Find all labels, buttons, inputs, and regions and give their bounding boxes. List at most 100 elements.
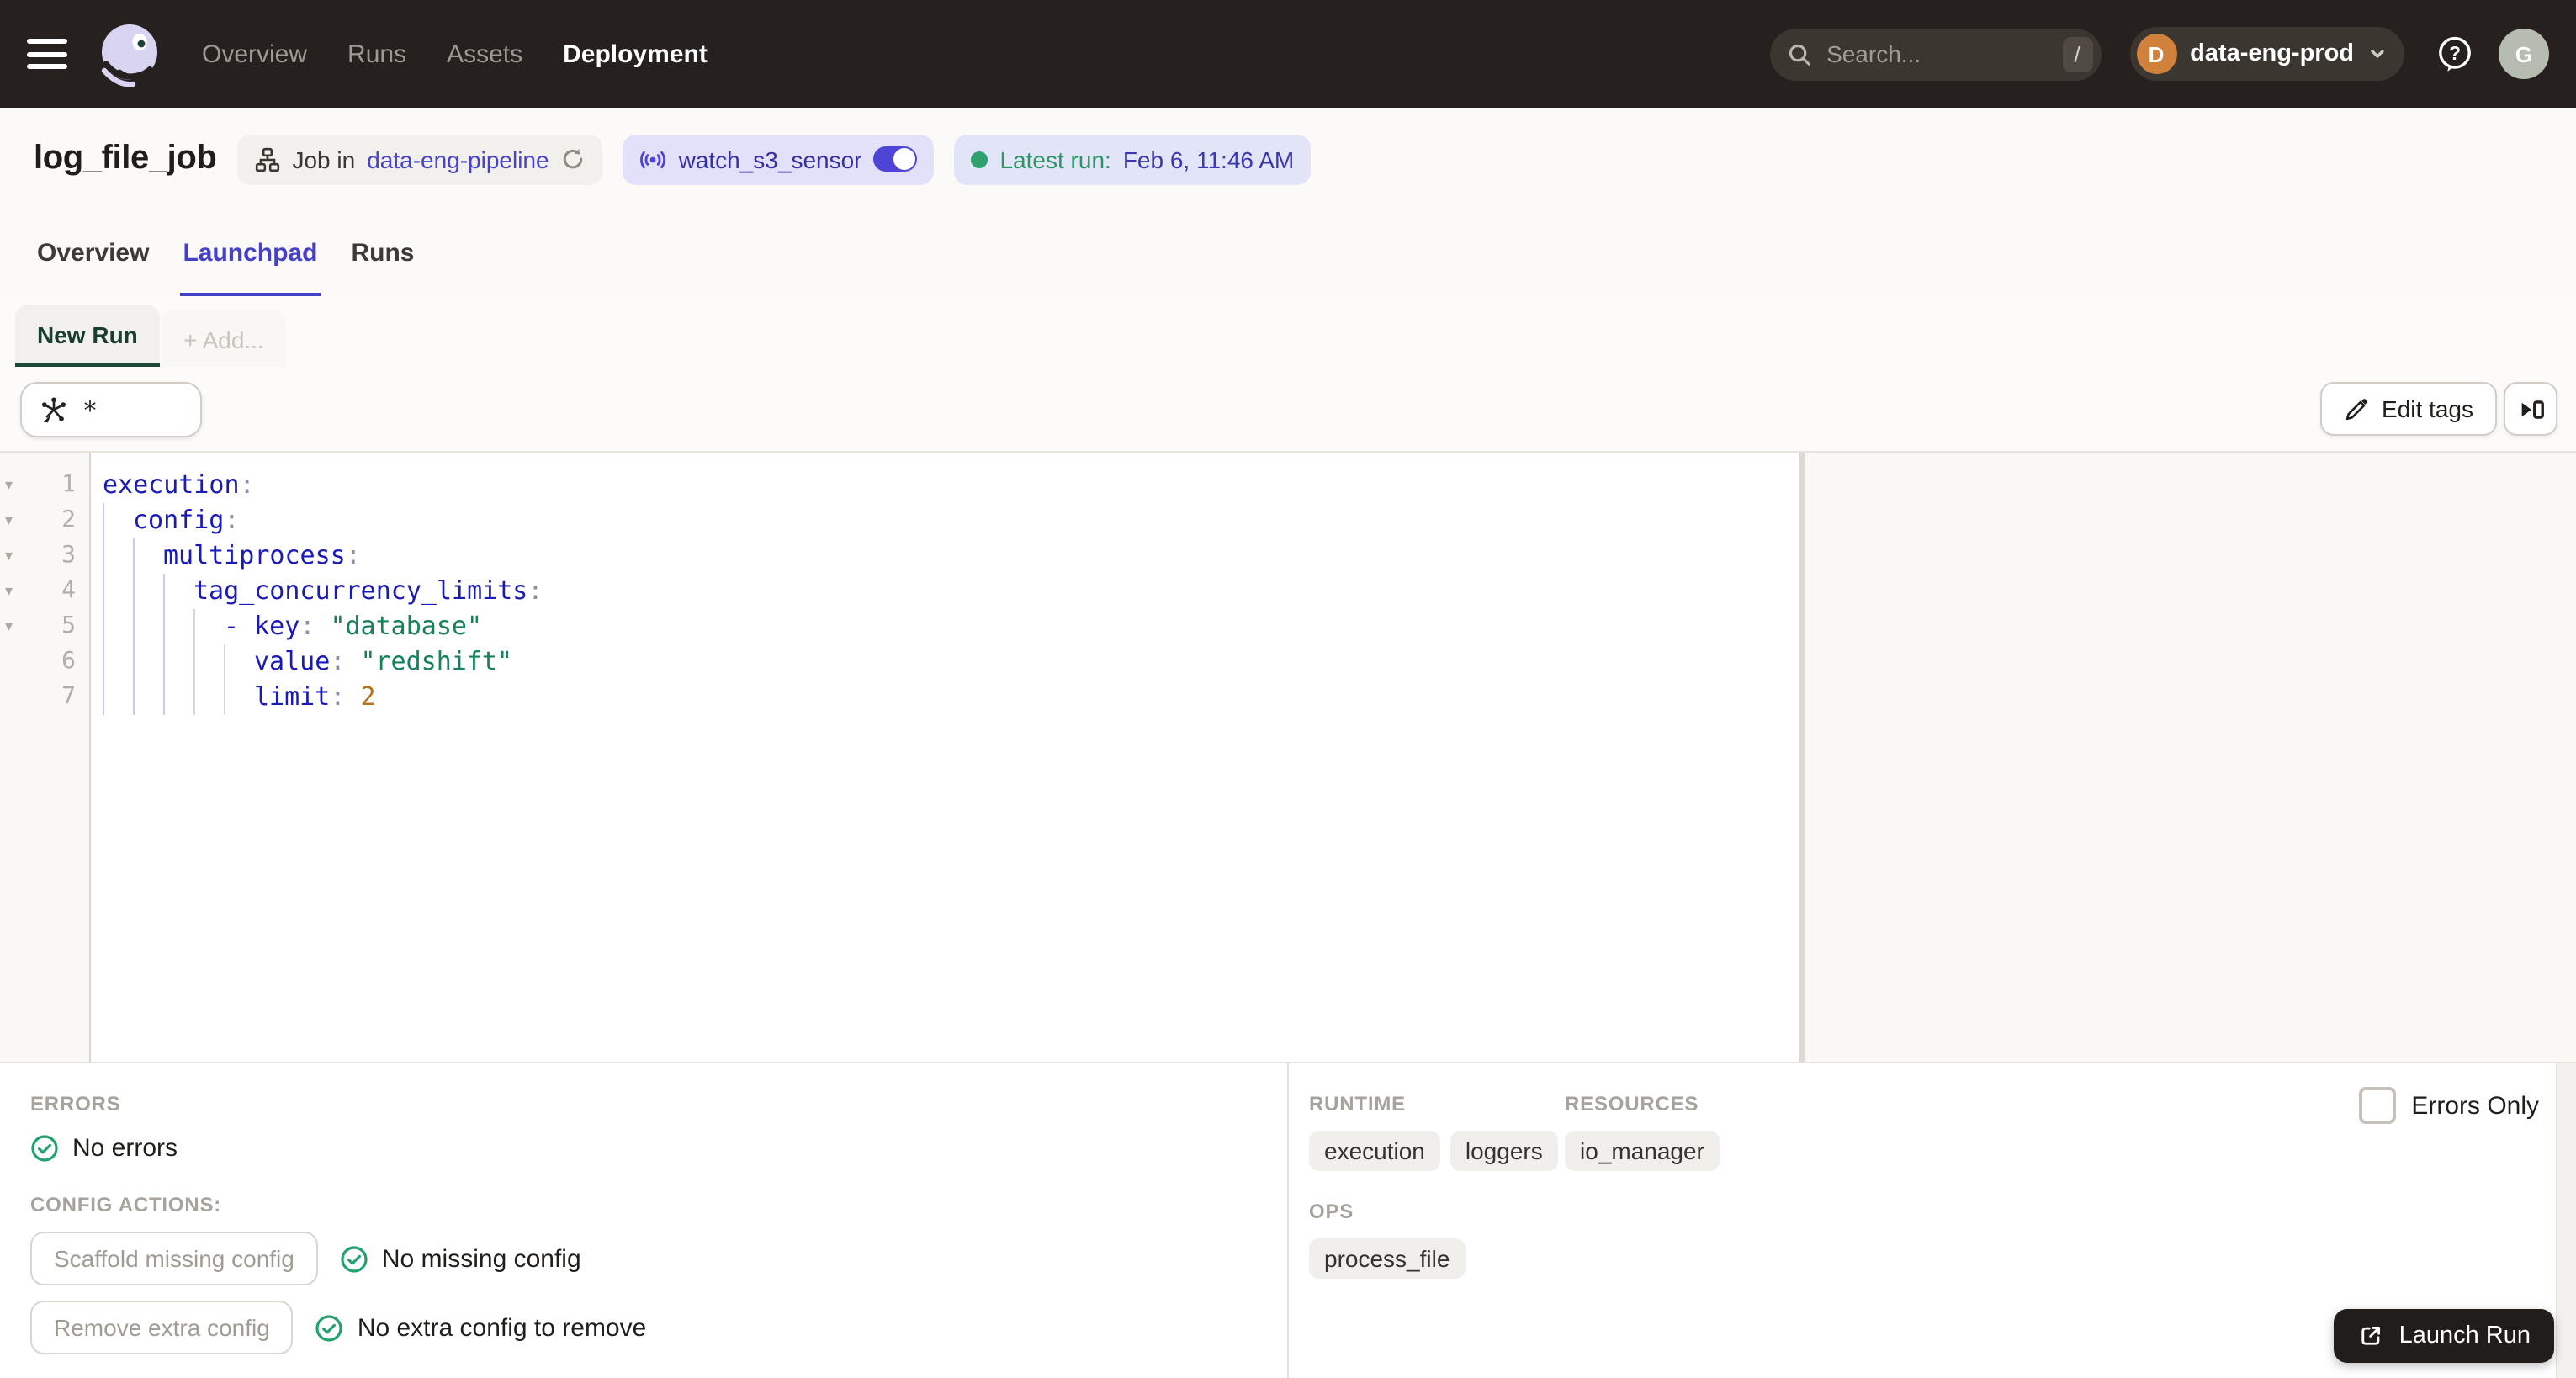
remove-status-text: No extra config to remove: [357, 1313, 647, 1342]
editor-split-handle[interactable]: [1799, 453, 1805, 1062]
latest-run-label: Latest run:: [999, 146, 1111, 172]
dagster-logo[interactable]: [94, 19, 165, 89]
nav-item-deployment[interactable]: Deployment: [563, 40, 708, 68]
deployment-switcher[interactable]: D data-eng-prod: [2129, 27, 2404, 81]
config-tag[interactable]: process_file: [1309, 1238, 1466, 1279]
deployment-name: data-eng-prod: [2190, 40, 2354, 67]
sensor-toggle[interactable]: [873, 146, 918, 172]
nav-item-assets[interactable]: Assets: [447, 40, 522, 68]
tab-launchpad[interactable]: Launchpad: [179, 210, 321, 298]
fold-arrow[interactable]: ▾: [0, 609, 32, 644]
indent-guide: [133, 538, 135, 574]
code-line: config:: [91, 503, 1799, 538]
op-selector-input[interactable]: *: [20, 382, 202, 437]
indent-guide: [224, 644, 225, 680]
scaffold-status-text: No missing config: [381, 1244, 581, 1273]
code-line: execution:: [103, 469, 255, 500]
tab-overview[interactable]: Overview: [34, 210, 152, 296]
launch-run-button[interactable]: Launch Run: [2333, 1309, 2554, 1363]
search-shortcut-key: /: [2062, 36, 2093, 72]
code-line: limit: 2: [91, 680, 1799, 715]
page-title: log_file_job: [34, 140, 217, 177]
fold-arrow[interactable]: ▾: [0, 503, 32, 538]
latest-run-pill: Latest run: Feb 6, 11:46 AM: [954, 134, 1312, 184]
indent-guide: [193, 609, 195, 644]
config-editor: ▾ 1 ▾ 2 ▾ 3 ▾ 4 ▾ 5 6 7 execution: config: multiproce…: [0, 453, 2576, 1062]
job-location-link[interactable]: data-eng-pipeline: [367, 146, 549, 172]
tab-runs[interactable]: Runs: [347, 210, 417, 296]
config-tag[interactable]: loggers: [1450, 1131, 1558, 1171]
indent-guide: [133, 609, 135, 644]
remove-status: No extra config to remove: [315, 1313, 647, 1342]
indent-guide: [133, 680, 135, 715]
reload-icon[interactable]: [561, 146, 586, 172]
search-input[interactable]: [1823, 39, 2063, 69]
ops-tags: process_file: [1309, 1238, 1466, 1279]
dagster-app: Overview Runs Assets Deployment / D data…: [0, 0, 2576, 1378]
launch-run-label: Launch Run: [2398, 1322, 2531, 1349]
errors-section-label: ERRORS: [30, 1092, 121, 1116]
sensor-icon: [640, 150, 666, 168]
nav-item-overview[interactable]: Overview: [202, 40, 307, 68]
job-graph-icon: [255, 146, 279, 172]
session-tab-new-run[interactable]: New Run: [15, 305, 160, 368]
indent-guide: [103, 609, 104, 644]
scaffold-action-row: Scaffold missing config No missing confi…: [30, 1232, 1257, 1285]
ops-label: OPS: [1309, 1200, 1354, 1223]
hamburger-menu-icon[interactable]: [27, 39, 67, 69]
indent-guide: [103, 538, 104, 574]
no-errors-text: No errors: [72, 1134, 178, 1163]
fold-arrow[interactable]: ▾: [0, 468, 32, 503]
fold-arrow[interactable]: ▾: [0, 538, 32, 574]
search-icon: [1788, 43, 1810, 65]
help-icon[interactable]: ?: [2435, 34, 2475, 74]
code-line: value: "redshift": [91, 644, 1799, 680]
job-header: log_file_job Job in data-eng-pipeline wa…: [0, 108, 2576, 210]
panel-scrollbar[interactable]: [2556, 1063, 2576, 1378]
sensor-pill: watch_s3_sensor: [623, 134, 935, 184]
chevron-down-icon: [2371, 50, 2384, 58]
resources-section: RESOURCES io_manager: [1565, 1092, 1720, 1171]
scaffold-missing-config-button[interactable]: Scaffold missing config: [30, 1232, 318, 1285]
remove-extra-config-button[interactable]: Remove extra config: [30, 1301, 294, 1354]
nav-item-runs[interactable]: Runs: [347, 40, 406, 68]
line-number: 6: [61, 648, 76, 675]
op-selector-icon: [41, 396, 66, 422]
indent-guide: [163, 609, 165, 644]
session-tab-add[interactable]: + Add...: [162, 310, 286, 368]
code-line: multiprocess:: [91, 538, 1799, 574]
deployment-initial-badge: D: [2136, 34, 2177, 74]
check-circle-icon: [31, 1135, 58, 1162]
edit-tags-label: Edit tags: [2382, 395, 2473, 422]
errors-panel: ERRORS No errors CONFIG ACTIONS: Scaffol…: [0, 1063, 1289, 1378]
errors-only-control[interactable]: Errors Only: [2359, 1087, 2539, 1124]
config-tag[interactable]: io_manager: [1565, 1131, 1720, 1171]
runtime-tags: execution loggers: [1309, 1131, 1558, 1171]
ops-section: OPS process_file: [1309, 1200, 1466, 1279]
code-line: tag_concurrency_limits:: [91, 574, 1799, 609]
editor-right-pane: [1805, 453, 2576, 1062]
expand-pane-button[interactable]: [2504, 382, 2557, 436]
config-tag[interactable]: execution: [1309, 1131, 1440, 1171]
latest-run-time[interactable]: Feb 6, 11:46 AM: [1123, 146, 1294, 172]
indent-guide: [103, 503, 104, 538]
page-tabs: Overview Launchpad Runs: [0, 210, 2576, 298]
fold-arrow[interactable]: ▾: [0, 574, 32, 609]
indent-guide: [133, 574, 135, 609]
resources-label: RESOURCES: [1565, 1092, 1699, 1116]
sensor-name[interactable]: watch_s3_sensor: [679, 146, 862, 172]
no-errors-row: No errors: [30, 1134, 1257, 1163]
config-actions-label: CONFIG ACTIONS:: [30, 1193, 222, 1216]
indent-guide: [103, 680, 104, 715]
op-selector-value: *: [82, 395, 98, 425]
indent-guide: [163, 680, 165, 715]
line-number: 2: [61, 506, 76, 533]
scaffold-status: No missing config: [340, 1244, 581, 1273]
resources-tags: io_manager: [1565, 1131, 1720, 1171]
errors-only-checkbox[interactable]: [2359, 1087, 2397, 1124]
search-box[interactable]: /: [1769, 28, 2102, 80]
check-circle-icon: [341, 1245, 368, 1272]
user-avatar[interactable]: G: [2499, 29, 2549, 79]
config-code-area[interactable]: execution: config: multiprocess: tag_concur…: [91, 453, 1799, 1062]
edit-tags-button[interactable]: Edit tags: [2319, 382, 2497, 436]
